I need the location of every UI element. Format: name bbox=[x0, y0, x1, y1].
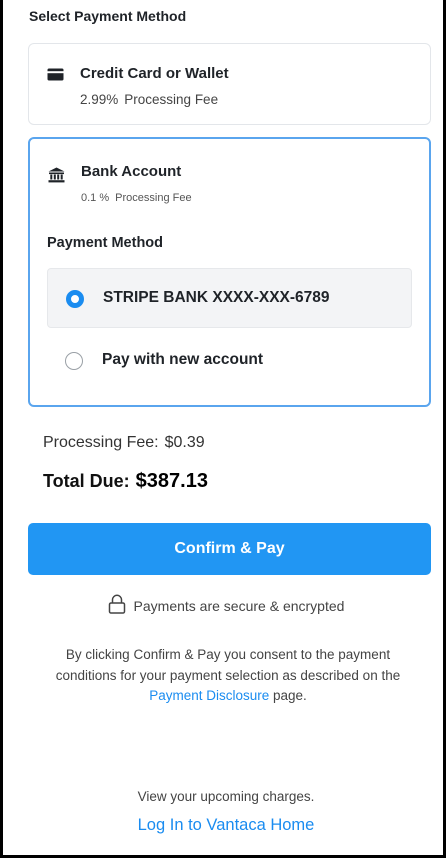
method-label: STRIPE BANK XXXX-XXX-6789 bbox=[103, 289, 330, 306]
processing-fee-label: Processing Fee: bbox=[43, 434, 159, 451]
radio-unselected[interactable] bbox=[65, 352, 83, 370]
consent-text: By clicking Confirm & Pay you consent to… bbox=[43, 645, 413, 707]
payment-method-label: Payment Method bbox=[47, 235, 164, 251]
login-link-container: Log In to Vantaca Home bbox=[3, 816, 446, 835]
option-fee: 2.99% Processing Fee bbox=[80, 92, 218, 107]
total-due-value: $387.13 bbox=[135, 470, 208, 492]
radio-selected[interactable] bbox=[66, 290, 84, 308]
total-due-label: Total Due: bbox=[43, 471, 130, 491]
method-stripe-bank[interactable]: STRIPE BANK XXXX-XXX-6789 bbox=[47, 268, 412, 328]
upcoming-charges-text: View your upcoming charges. bbox=[137, 789, 315, 804]
login-link[interactable]: Log In to Vantaca Home bbox=[138, 816, 315, 834]
option-bank-account[interactable]: Bank Account 0.1 % Processing Fee Payment… bbox=[28, 137, 431, 407]
bank-icon bbox=[48, 167, 65, 188]
consent-text-after: page. bbox=[273, 688, 307, 703]
confirm-pay-button[interactable]: Confirm & Pay bbox=[28, 523, 431, 575]
consent-text-before: By clicking Confirm & Pay you consent to… bbox=[55, 647, 401, 683]
fee-percent: 2.99% bbox=[80, 92, 119, 107]
option-title: Bank Account bbox=[81, 163, 182, 180]
fee-label: Processing Fee bbox=[124, 92, 219, 107]
fee-percent: 0.1 % bbox=[81, 192, 110, 204]
option-fee: 0.1 % Processing Fee bbox=[81, 192, 192, 204]
secure-text: Payments are secure & encrypted bbox=[133, 597, 345, 614]
option-title: Credit Card or Wallet bbox=[80, 65, 229, 82]
secure-note: Payments are secure & encrypted bbox=[3, 594, 446, 617]
total-due-summary: Total Due: $387.13 bbox=[43, 470, 208, 493]
credit-card-icon bbox=[47, 68, 64, 86]
method-new-account[interactable]: Pay with new account bbox=[47, 331, 412, 391]
option-credit-card[interactable]: Credit Card or Wallet 2.99% Processing Fe… bbox=[28, 43, 431, 125]
method-label: Pay with new account bbox=[102, 351, 264, 368]
lock-icon bbox=[108, 594, 126, 617]
payment-disclosure-link[interactable]: Payment Disclosure bbox=[149, 688, 269, 703]
payment-panel: Select Payment Method Credit Card or Wal… bbox=[0, 0, 446, 858]
processing-fee-summary: Processing Fee: $0.39 bbox=[43, 434, 205, 452]
processing-fee-value: $0.39 bbox=[164, 434, 205, 451]
fee-label: Processing Fee bbox=[115, 192, 192, 204]
section-title: Select Payment Method bbox=[29, 8, 187, 24]
